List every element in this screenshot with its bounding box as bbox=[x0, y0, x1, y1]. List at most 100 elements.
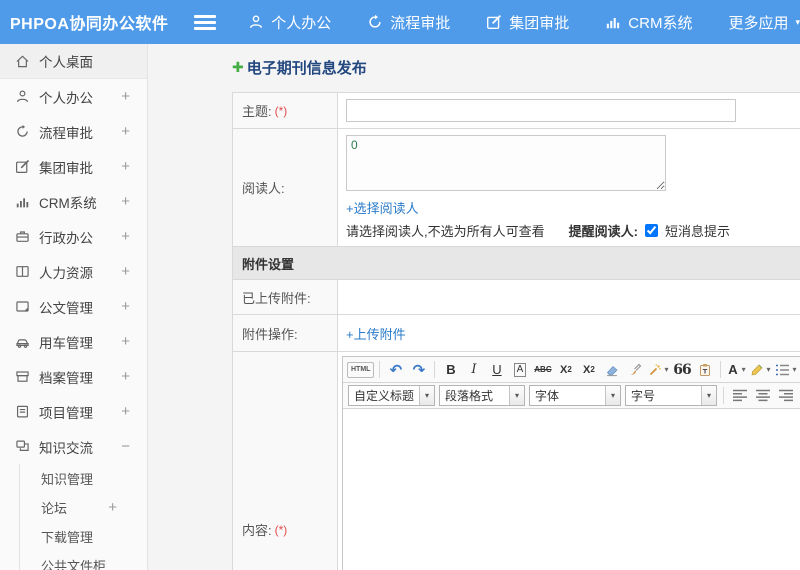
subscript-button[interactable]: X2 bbox=[578, 359, 599, 380]
expander-plus[interactable]: + bbox=[121, 263, 130, 280]
remind-readers-label: 提醒阅读人: bbox=[568, 224, 638, 239]
caret-down-icon: ▾ bbox=[419, 386, 435, 405]
eraser-icon bbox=[606, 365, 618, 376]
sidebar-sublabel: 公共文件柜 bbox=[41, 559, 107, 570]
ordered-list-button[interactable]: ▾ bbox=[773, 359, 797, 380]
sidebar-subitem-downloads[interactable]: 下载管理 bbox=[20, 522, 147, 551]
sidebar-subitem-forum[interactable]: 论坛 + bbox=[20, 493, 147, 522]
font-color-button[interactable]: A ▾ bbox=[726, 359, 747, 380]
align-left-button[interactable] bbox=[729, 385, 750, 406]
expander-plus[interactable]: + bbox=[121, 158, 130, 175]
sidebar-item-projects[interactable]: 项目管理 + bbox=[0, 394, 147, 429]
caret-down-icon: ▾ bbox=[795, 16, 800, 27]
expander-minus[interactable]: − bbox=[121, 438, 130, 455]
sidebar-label: 项目管理 bbox=[39, 405, 93, 421]
editor-content-area[interactable] bbox=[343, 409, 800, 570]
font-size-dropdown[interactable]: 字号 ▾ bbox=[625, 385, 718, 406]
nav-group-approval[interactable]: 集团审批 bbox=[486, 12, 569, 33]
expander-plus[interactable]: + bbox=[121, 368, 130, 385]
magic-wand-icon bbox=[650, 363, 662, 375]
readers-row: 阅读人: 0 +选择阅读人 请选择阅读人,不选为所有人可查看 提醒阅读人: 短消… bbox=[232, 129, 800, 247]
action-value-cell: +上传附件 bbox=[338, 315, 800, 351]
sms-remind-checkbox[interactable] bbox=[644, 224, 658, 237]
edit-icon bbox=[16, 159, 30, 173]
align-left-icon bbox=[732, 389, 747, 402]
align-center-button[interactable] bbox=[752, 385, 773, 406]
highlight-color-button[interactable]: ▾ bbox=[749, 359, 771, 380]
sidebar: 个人桌面 个人办公 + 流程审批 + 集团审批 + CRM系统 + 行政办公 +… bbox=[0, 44, 148, 570]
expander-plus[interactable]: + bbox=[121, 403, 130, 420]
expander-plus[interactable]: + bbox=[121, 123, 130, 140]
nav-personal-office[interactable]: 个人办公 bbox=[248, 12, 331, 33]
sidebar-item-archives[interactable]: 档案管理 + bbox=[0, 359, 147, 394]
italic-button[interactable]: I bbox=[463, 359, 484, 380]
paste-as-text-button[interactable] bbox=[694, 359, 715, 380]
sidebar-sublabel: 下载管理 bbox=[41, 530, 94, 545]
blockquote-button[interactable]: 66 bbox=[671, 359, 692, 380]
nav-label: 个人办公 bbox=[271, 14, 332, 32]
select-readers-link[interactable]: +选择阅读人 bbox=[346, 198, 419, 217]
content-value-cell: HTML ↶ ↷ B I U A ABC X2 X2 ▾ 66 A ▾ ▾ ▾ … bbox=[338, 352, 800, 570]
dropdown-label: 字号 bbox=[631, 389, 656, 403]
upload-attachment-link[interactable]: +上传附件 bbox=[346, 324, 406, 343]
expander-plus[interactable]: + bbox=[121, 333, 130, 350]
sidebar-item-vehicle[interactable]: 用车管理 + bbox=[0, 324, 147, 359]
remove-format-button[interactable] bbox=[601, 359, 622, 380]
custom-title-dropdown[interactable]: 自定义标题 ▾ bbox=[348, 385, 436, 406]
bold-button[interactable]: B bbox=[440, 359, 461, 380]
font-family-dropdown[interactable]: 字体 ▾ bbox=[529, 385, 622, 406]
expander-plus[interactable]: + bbox=[121, 193, 130, 210]
expander-plus[interactable]: + bbox=[121, 228, 130, 245]
uploaded-label-cell: 已上传附件: bbox=[233, 280, 338, 314]
sidebar-label: 个人桌面 bbox=[39, 55, 93, 70]
sidebar-subitem-knowledge-mgmt[interactable]: 知识管理 bbox=[20, 464, 147, 493]
subject-input[interactable] bbox=[346, 99, 736, 122]
nav-more-apps[interactable]: 更多应用 ▾ bbox=[728, 12, 800, 33]
topbar: PHPOA协同办公软件 个人办公 流程审批 集团审批 CRM系统 更多应用 ▾ bbox=[0, 0, 800, 44]
paragraph-format-dropdown[interactable]: 段落格式 ▾ bbox=[439, 385, 526, 406]
font-border-button[interactable]: A bbox=[509, 359, 530, 380]
nav-crm-system[interactable]: CRM系统 bbox=[605, 12, 692, 33]
expander-plus[interactable]: + bbox=[108, 499, 117, 516]
format-painter-button[interactable] bbox=[624, 359, 645, 380]
sidebar-item-official-docs[interactable]: 公文管理 + bbox=[0, 289, 147, 324]
sidebar-item-personal-office[interactable]: 个人办公 + bbox=[0, 79, 147, 114]
caret-down-icon: ▾ bbox=[701, 386, 717, 405]
font-border-glyph: A bbox=[513, 362, 527, 377]
sidebar-item-knowledge[interactable]: 知识交流 − bbox=[0, 429, 147, 464]
nav-label: 集团审批 bbox=[509, 14, 570, 32]
underline-button[interactable]: U bbox=[486, 359, 507, 380]
nav-workflow-approval[interactable]: 流程审批 bbox=[367, 12, 450, 33]
align-right-icon bbox=[778, 389, 793, 402]
auto-typeset-button[interactable]: ▾ bbox=[647, 359, 669, 380]
sidebar-item-hr[interactable]: 人力资源 + bbox=[0, 254, 147, 289]
sidebar-item-admin-office[interactable]: 行政办公 + bbox=[0, 219, 147, 254]
caret-down-icon: ▾ bbox=[509, 386, 525, 405]
sidebar-item-workflow-approval[interactable]: 流程审批 + bbox=[0, 114, 147, 149]
readers-hint-line: 请选择阅读人,不选为所有人可查看 提醒阅读人: 短消息提示 bbox=[346, 221, 800, 240]
sub-mark: 2 bbox=[590, 365, 595, 374]
caret-down-icon: ▾ bbox=[741, 365, 746, 374]
paintbrush-icon bbox=[629, 363, 642, 375]
html-source-button[interactable]: HTML bbox=[347, 361, 375, 378]
redo-button[interactable]: ↷ bbox=[408, 359, 429, 380]
attachment-action-label: 附件操作: bbox=[242, 326, 298, 342]
sidebar-item-personal-desktop[interactable]: 个人桌面 bbox=[0, 44, 147, 79]
expander-plus[interactable]: + bbox=[121, 88, 130, 105]
expander-plus[interactable]: + bbox=[121, 298, 130, 315]
sidebar-label: 用车管理 bbox=[39, 335, 93, 351]
content-row: 内容: (*) HTML ↶ ↷ B I U A ABC X 2 X 2 ▾ 6… bbox=[232, 352, 800, 570]
hamburger-menu-icon[interactable] bbox=[194, 14, 217, 30]
sidebar-subitem-public-cabinet[interactable]: 公共文件柜 bbox=[20, 551, 147, 570]
caret-down-icon: ▾ bbox=[792, 365, 797, 374]
sidebar-item-group-approval[interactable]: 集团审批 + bbox=[0, 149, 147, 184]
align-right-button[interactable] bbox=[775, 385, 796, 406]
sidebar-label: 档案管理 bbox=[39, 370, 93, 386]
sidebar-item-crm[interactable]: CRM系统 + bbox=[0, 184, 147, 219]
home-icon bbox=[16, 55, 29, 67]
strikethrough-button[interactable]: ABC bbox=[532, 359, 553, 380]
superscript-button[interactable]: X2 bbox=[555, 359, 576, 380]
undo-button[interactable]: ↶ bbox=[385, 359, 406, 380]
readers-textarea[interactable]: 0 bbox=[346, 135, 666, 191]
sidebar-label: 行政办公 bbox=[39, 230, 93, 246]
